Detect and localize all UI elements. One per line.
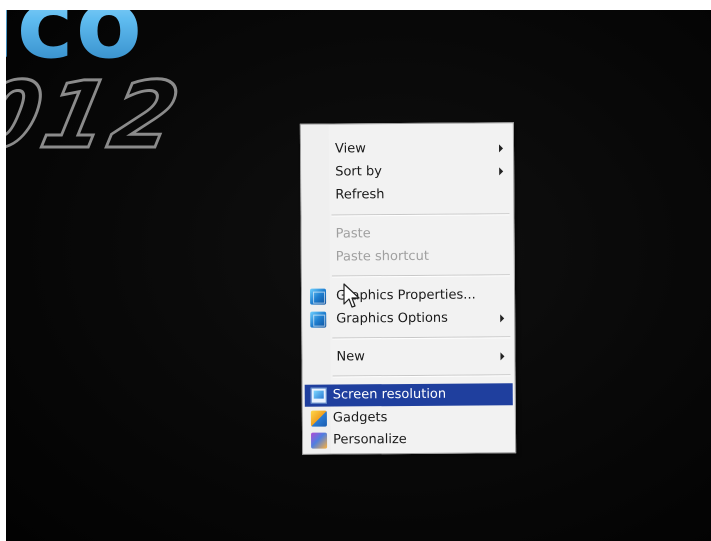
menu-separator: [332, 374, 511, 378]
menu-item-paste[interactable]: Paste: [304, 222, 512, 245]
menu-item-gadgets[interactable]: Gadgets: [305, 406, 513, 429]
screen-resolution-icon: [310, 387, 327, 404]
menu-separator: [331, 274, 510, 278]
menu-item-label: Paste: [335, 226, 371, 242]
mouse-pointer-icon: [343, 283, 360, 308]
menu-item-screen-resolution[interactable]: Screen resolution: [304, 383, 513, 407]
menu-item-personalize[interactable]: Personalize: [305, 428, 513, 451]
graphics-icon: [309, 288, 327, 305]
menu-item-label: Gadgets: [332, 410, 388, 426]
graphics-icon: [310, 311, 327, 328]
menu-item-label: New: [336, 349, 365, 365]
menu-item-refresh[interactable]: Refresh: [303, 183, 511, 206]
desktop-context-menu: View Sort by Refresh Paste Paste shortcu…: [299, 122, 517, 455]
menu-item-label: Personalize: [333, 432, 407, 448]
menu-item-sort-by[interactable]: Sort by: [303, 160, 511, 183]
personalize-icon: [311, 432, 328, 449]
menu-item-label: Paste shortcut: [335, 248, 429, 265]
menu-item-graphics-properties[interactable]: Graphics Properties...: [304, 284, 512, 307]
menu-item-new[interactable]: New: [304, 345, 512, 368]
submenu-arrow-icon: [500, 352, 505, 361]
menu-item-label: Graphics Options: [336, 310, 448, 327]
menu-item-label: View: [334, 141, 366, 157]
menu-item-view[interactable]: View: [303, 137, 511, 160]
menu-item-label: Refresh: [335, 187, 385, 203]
wallpaper-logo-year: 012: [6, 61, 193, 171]
submenu-arrow-icon: [500, 314, 505, 323]
menu-item-label: Sort by: [335, 164, 382, 180]
menu-item-paste-shortcut[interactable]: Paste shortcut: [304, 245, 512, 268]
submenu-arrow-icon: [499, 167, 504, 176]
menu-item-label: Screen resolution: [332, 386, 447, 403]
menu-item-graphics-options[interactable]: Graphics Options: [304, 307, 512, 330]
submenu-arrow-icon: [498, 144, 504, 153]
menu-separator: [331, 213, 510, 217]
menu-separator: [332, 336, 511, 340]
gadgets-icon: [310, 410, 327, 427]
